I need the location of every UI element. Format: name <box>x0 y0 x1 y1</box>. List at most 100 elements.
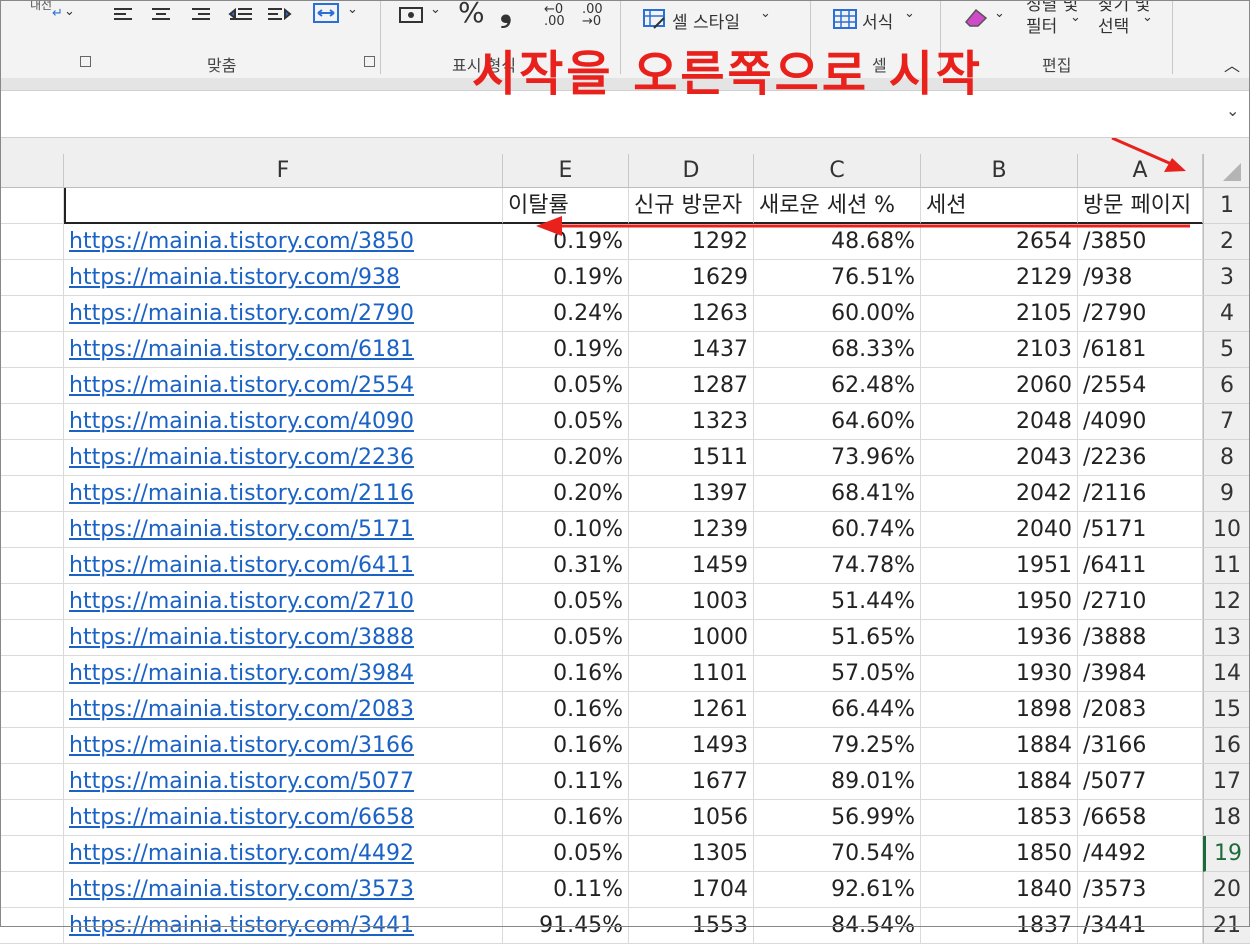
cell-f[interactable]: https://mainia.tistory.com/2236 <box>64 440 503 476</box>
row-gutter-cell[interactable] <box>0 512 64 548</box>
format-icon[interactable] <box>832 8 858 30</box>
align-center-icon[interactable] <box>150 6 174 24</box>
merge-center-icon[interactable] <box>312 2 340 26</box>
row-gutter-cell[interactable] <box>0 872 64 908</box>
cell-a[interactable]: /3441 <box>1078 908 1203 944</box>
cell-b[interactable]: 1951 <box>921 548 1078 584</box>
dialog-launcher-icon[interactable] <box>364 56 375 67</box>
cell-d[interactable]: 1629 <box>629 260 754 296</box>
cell-e[interactable]: 0.11% <box>503 872 629 908</box>
row-header[interactable]: 7 <box>1203 404 1250 440</box>
cell-b[interactable]: 1936 <box>921 620 1078 656</box>
cell-f[interactable]: https://mainia.tistory.com/5077 <box>64 764 503 800</box>
row-gutter-cell[interactable] <box>0 584 64 620</box>
chevron-down-icon[interactable]: ⌄ <box>430 2 441 17</box>
row-header[interactable]: 21 <box>1203 908 1250 944</box>
cell-a[interactable]: /2790 <box>1078 296 1203 332</box>
cell-e[interactable]: 0.05% <box>503 620 629 656</box>
cell-e[interactable]: 0.19% <box>503 332 629 368</box>
chevron-down-icon[interactable]: ⌄ <box>347 2 358 17</box>
cell-a[interactable]: /2116 <box>1078 476 1203 512</box>
align-right-icon[interactable] <box>190 6 214 24</box>
cell-c[interactable]: 57.05% <box>754 656 921 692</box>
accounting-format-icon[interactable] <box>398 4 426 26</box>
cell-a[interactable]: /4090 <box>1078 404 1203 440</box>
cell-b[interactable]: 2103 <box>921 332 1078 368</box>
cell-b[interactable]: 2060 <box>921 368 1078 404</box>
increase-indent-icon[interactable] <box>266 6 292 24</box>
row-header[interactable]: 15 <box>1203 692 1250 728</box>
cell-c[interactable]: 51.65% <box>754 620 921 656</box>
cell-b[interactable]: 2040 <box>921 512 1078 548</box>
cell-d[interactable]: 1511 <box>629 440 754 476</box>
cell-d[interactable]: 1263 <box>629 296 754 332</box>
cell-e[interactable]: 0.16% <box>503 728 629 764</box>
cell-d[interactable]: 1704 <box>629 872 754 908</box>
row-header[interactable]: 16 <box>1203 728 1250 764</box>
row-header[interactable]: 19 <box>1203 836 1250 872</box>
decrease-decimal-button[interactable]: .00 →0 <box>582 3 603 28</box>
cell-c[interactable]: 84.54% <box>754 908 921 944</box>
cell-a[interactable]: /3166 <box>1078 728 1203 764</box>
cell-a[interactable]: /3984 <box>1078 656 1203 692</box>
row-gutter-cell[interactable] <box>0 656 64 692</box>
row-gutter-cell[interactable] <box>0 836 64 872</box>
cell-f[interactable]: https://mainia.tistory.com/938 <box>64 260 503 296</box>
cell-f[interactable]: https://mainia.tistory.com/4492 <box>64 836 503 872</box>
cell-e[interactable]: 0.10% <box>503 512 629 548</box>
cell-c[interactable]: 79.25% <box>754 728 921 764</box>
cell-e[interactable]: 0.19% <box>503 260 629 296</box>
cell-d[interactable]: 1239 <box>629 512 754 548</box>
cell-d[interactable]: 1287 <box>629 368 754 404</box>
cell-f[interactable]: https://mainia.tistory.com/3888 <box>64 620 503 656</box>
cell-b[interactable]: 2048 <box>921 404 1078 440</box>
cell-d[interactable]: 1003 <box>629 584 754 620</box>
cell-c[interactable]: 73.96% <box>754 440 921 476</box>
cell-a[interactable]: /938 <box>1078 260 1203 296</box>
cell-a[interactable]: /6411 <box>1078 548 1203 584</box>
cell-b[interactable]: 1840 <box>921 872 1078 908</box>
cell-e[interactable]: 0.05% <box>503 368 629 404</box>
comma-style-button[interactable]: ❟ <box>500 0 512 29</box>
cell-c[interactable]: 60.74% <box>754 512 921 548</box>
row-header[interactable]: 9 <box>1203 476 1250 512</box>
cell-f[interactable]: https://mainia.tistory.com/2116 <box>64 476 503 512</box>
cell-c[interactable]: 66.44% <box>754 692 921 728</box>
chevron-down-icon[interactable]: ⌄ <box>760 6 771 21</box>
cell-f[interactable]: https://mainia.tistory.com/2554 <box>64 368 503 404</box>
cell-d[interactable]: 1000 <box>629 620 754 656</box>
cell-a[interactable]: /2236 <box>1078 440 1203 476</box>
cell-a[interactable]: /5171 <box>1078 512 1203 548</box>
row-header[interactable]: 5 <box>1203 332 1250 368</box>
cell-c[interactable]: 89.01% <box>754 764 921 800</box>
cell-b[interactable]: 1853 <box>921 800 1078 836</box>
row-gutter-cell[interactable] <box>0 368 64 404</box>
cell-f[interactable]: https://mainia.tistory.com/2710 <box>64 584 503 620</box>
chevron-down-icon[interactable]: ⌄ <box>1070 10 1081 25</box>
cell-d[interactable]: 1553 <box>629 908 754 944</box>
cell-a[interactable]: /4492 <box>1078 836 1203 872</box>
row-header[interactable]: 20 <box>1203 872 1250 908</box>
cell-b[interactable]: 1884 <box>921 764 1078 800</box>
cell-f[interactable]: https://mainia.tistory.com/5171 <box>64 512 503 548</box>
cell-a[interactable]: /3888 <box>1078 620 1203 656</box>
cell-f[interactable]: https://mainia.tistory.com/3441 <box>64 908 503 944</box>
cell-a[interactable]: /2710 <box>1078 584 1203 620</box>
align-left-icon[interactable] <box>112 6 136 24</box>
percent-style-button[interactable]: % <box>458 0 485 29</box>
cell-d[interactable]: 1305 <box>629 836 754 872</box>
row-gutter-cell[interactable] <box>0 296 64 332</box>
row-gutter-cell[interactable] <box>0 332 64 368</box>
cell-f[interactable]: https://mainia.tistory.com/6181 <box>64 332 503 368</box>
row-gutter-cell[interactable] <box>0 440 64 476</box>
row-header[interactable]: 3 <box>1203 260 1250 296</box>
cell-b[interactable]: 2043 <box>921 440 1078 476</box>
cell-e[interactable]: 0.20% <box>503 476 629 512</box>
cell-d[interactable]: 1261 <box>629 692 754 728</box>
cell-b[interactable]: 2105 <box>921 296 1078 332</box>
cell-c[interactable]: 92.61% <box>754 872 921 908</box>
row-header[interactable]: 17 <box>1203 764 1250 800</box>
cell-e[interactable]: 0.24% <box>503 296 629 332</box>
row-gutter-cell[interactable] <box>0 476 64 512</box>
cell-f[interactable]: https://mainia.tistory.com/6411 <box>64 548 503 584</box>
